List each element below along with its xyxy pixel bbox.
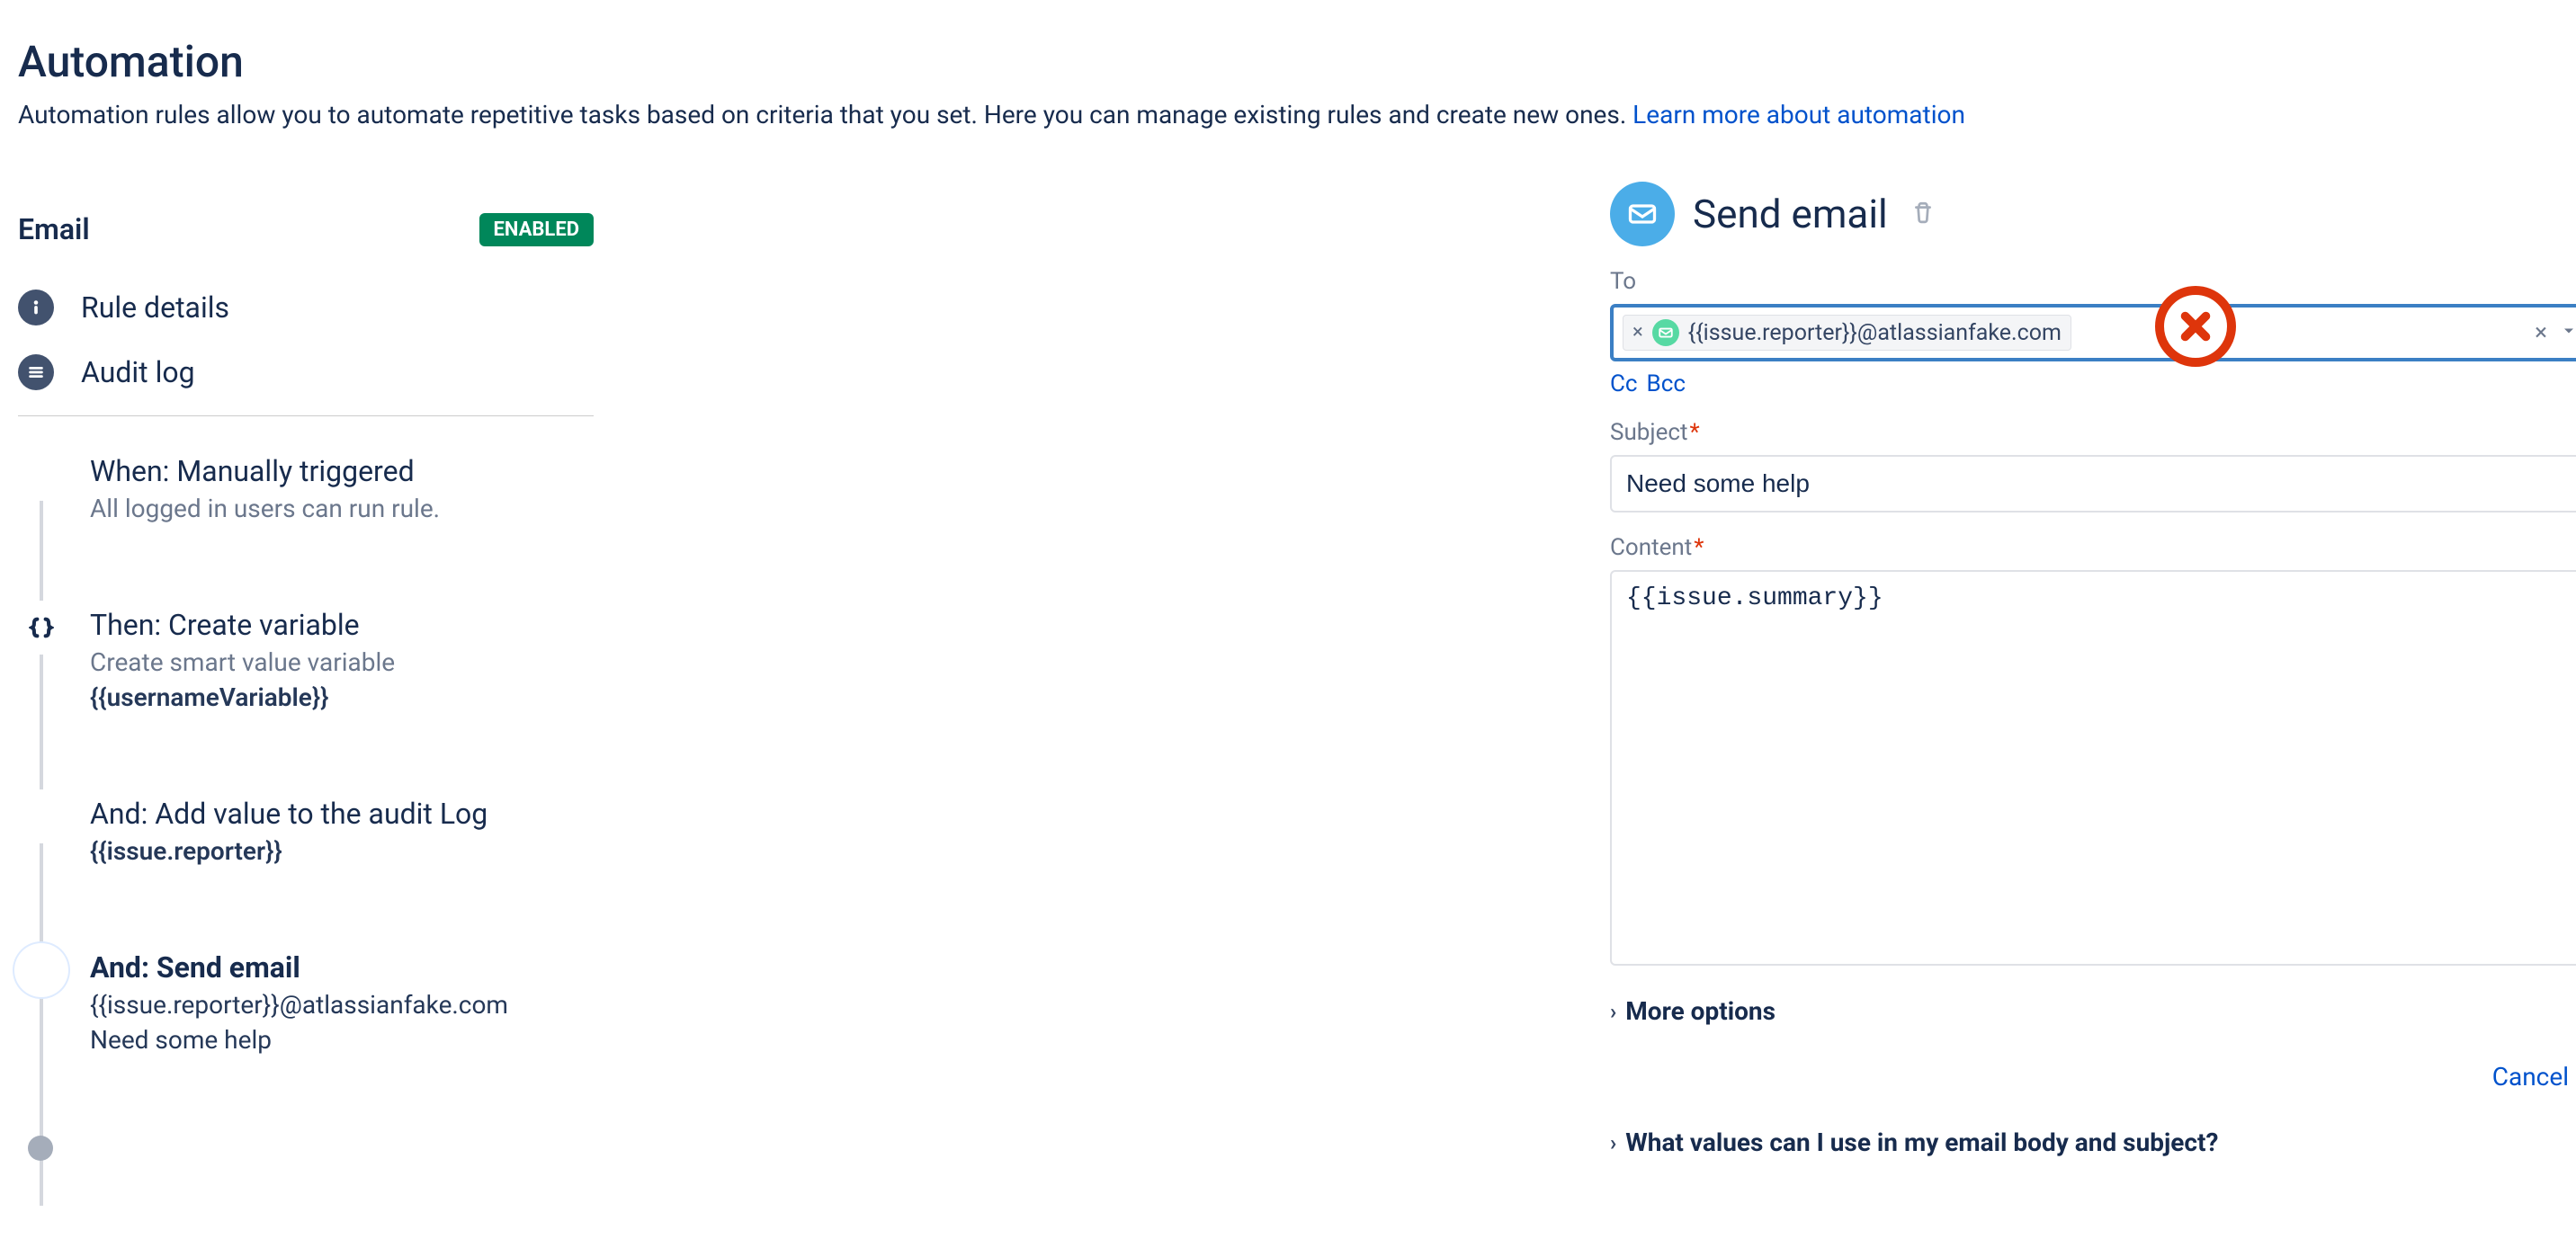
step-trigger[interactable]: When: Manually triggered All logged in u… <box>18 450 594 523</box>
trigger-icon <box>18 450 65 497</box>
subtitle-text: Automation rules allow you to automate r… <box>18 100 1632 129</box>
to-input[interactable]: × {{issue.reporter}}@atlassianfake.com × <box>1610 304 2576 361</box>
nav-item-label: Rule details <box>81 290 229 325</box>
page-subtitle: Automation rules allow you to automate r… <box>18 100 2558 129</box>
step-send-email[interactable]: And: Send email {{issue.reporter}}@atlas… <box>18 947 594 1055</box>
step-line1: {{issue.reporter}}@atlassianfake.com <box>90 990 508 1020</box>
clear-icon[interactable]: × <box>2535 319 2547 346</box>
step-title: And: Add value to the audit Log <box>90 797 487 831</box>
step-desc: Create smart value variable <box>90 647 395 677</box>
step-title: When: Manually triggered <box>90 454 440 488</box>
divider <box>18 415 594 416</box>
chevron-right-icon: › <box>1610 999 1616 1024</box>
content-label: Content* <box>1610 534 2576 561</box>
trash-icon[interactable] <box>1911 201 1935 227</box>
panel-title: Send email <box>1693 191 1888 237</box>
more-options-label: More options <box>1625 996 1775 1026</box>
rule-name: Email <box>18 212 90 246</box>
chevron-down-icon[interactable] <box>2560 319 2576 346</box>
chevron-right-icon: › <box>1610 1130 1616 1155</box>
learn-more-link[interactable]: Learn more about automation <box>1632 100 1965 129</box>
nav-item-audit-log[interactable]: Audit log <box>18 340 594 405</box>
page-title: Automation <box>18 36 2558 87</box>
cancel-link[interactable]: Cancel <box>1610 1062 2576 1092</box>
to-label: To <box>1610 268 2576 295</box>
step-create-variable[interactable]: Then: Create variable Create smart value… <box>18 604 594 712</box>
step-meta: {{issue.reporter}} <box>90 836 487 866</box>
add-step-circle[interactable] <box>28 1136 53 1161</box>
annotation-error-icon <box>2155 286 2236 367</box>
email-icon <box>18 947 65 994</box>
subject-label: Subject* <box>1610 419 2576 446</box>
content-textarea[interactable] <box>1610 570 2576 966</box>
email-icon <box>1610 182 1675 246</box>
nav-item-rule-details[interactable]: Rule details <box>18 275 594 340</box>
lines-icon <box>18 793 65 840</box>
step-audit-log[interactable]: And: Add value to the audit Log {{issue.… <box>18 793 594 866</box>
step-meta: {{usernameVariable}} <box>90 682 395 712</box>
avatar-icon <box>1652 319 1679 346</box>
more-options-expander[interactable]: › More options <box>1610 996 2576 1026</box>
enabled-badge[interactable]: ENABLED <box>479 213 595 246</box>
info-icon <box>18 290 54 325</box>
subject-input[interactable] <box>1610 455 2576 513</box>
chip-text: {{issue.reporter}}@atlassianfake.com <box>1688 320 2062 346</box>
bcc-link[interactable]: Bcc <box>1647 370 1686 397</box>
braces-icon <box>18 604 65 651</box>
step-line2: Need some help <box>90 1025 508 1055</box>
to-chip[interactable]: × {{issue.reporter}}@atlassianfake.com <box>1623 315 2071 351</box>
nav-item-label: Audit log <box>81 355 195 389</box>
step-title: Then: Create variable <box>90 608 395 642</box>
smart-values-expander[interactable]: › What values can I use in my email body… <box>1610 1128 2576 1157</box>
cc-link[interactable]: Cc <box>1610 370 1638 397</box>
step-title: And: Send email <box>90 950 508 985</box>
chip-remove-icon[interactable]: × <box>1632 323 1643 343</box>
step-desc: All logged in users can run rule. <box>90 494 440 523</box>
smart-values-label: What values can I use in my email body a… <box>1625 1128 2218 1157</box>
list-icon <box>18 354 54 390</box>
